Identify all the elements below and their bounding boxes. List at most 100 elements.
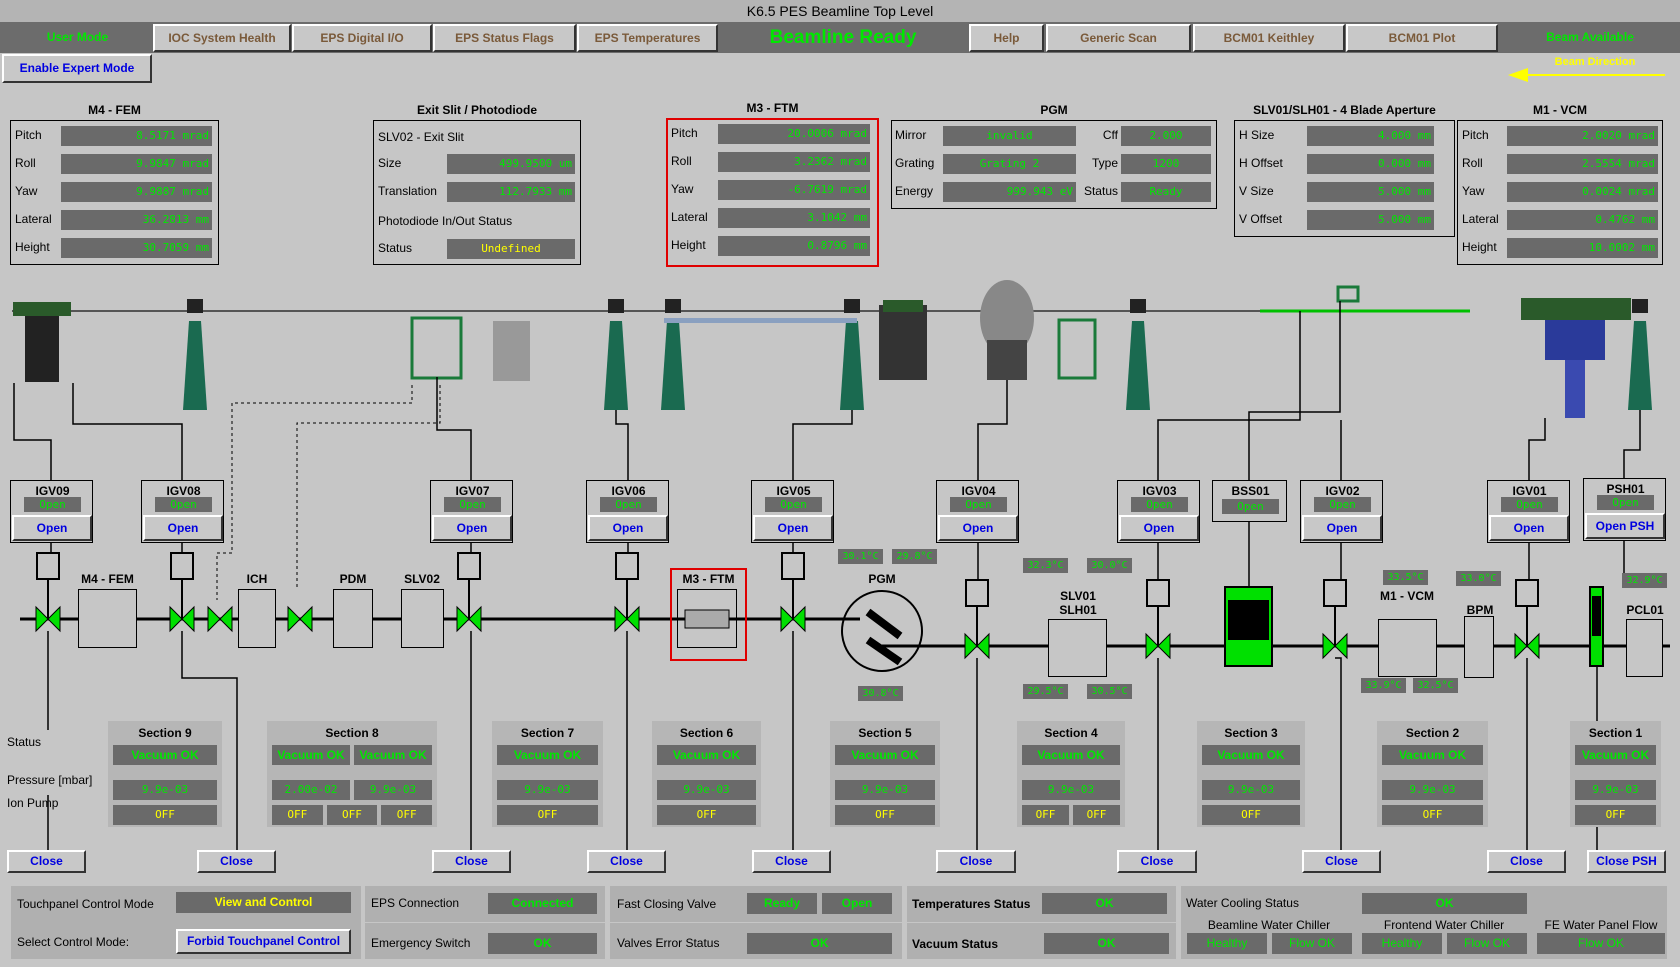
valve-close-button[interactable]: Close (197, 850, 276, 873)
connector-line (1157, 311, 1301, 480)
valve-close-button[interactable]: Close (752, 850, 831, 873)
valve-status: Open (1314, 497, 1371, 512)
valve-open-button[interactable]: Open (1302, 515, 1382, 541)
section-panel-8: Section 8 Vacuum OK Vacuum OK 2.00e-02 9.9e-… (267, 721, 437, 827)
photodiode-chamber-icon (493, 321, 530, 381)
valve-actuator-icon (781, 552, 805, 580)
dashed-connector (296, 385, 441, 590)
valve-open-button[interactable]: Open (938, 515, 1018, 541)
beam-direction-label: Beam Direction (1554, 56, 1636, 68)
valve-open-button[interactable]: Open (12, 515, 92, 541)
valve-close-button[interactable]: Close (1302, 850, 1381, 873)
panel-title: M4 - FEM (88, 103, 141, 117)
connector-line (72, 383, 183, 480)
select-mode-label: Select Control Mode: (17, 935, 130, 949)
m1-stand-icon (1565, 360, 1585, 418)
m1-chamber-icon (1545, 320, 1605, 360)
row-label: Size (378, 156, 402, 170)
valve-open-button[interactable]: Open PSH (1585, 513, 1665, 539)
valve-name: PSH01 (1606, 482, 1645, 496)
nav-button[interactable]: BCM01 Plot (1346, 24, 1498, 52)
readback-value: 3.1042 mm (718, 208, 870, 228)
readback-value: 0.000 mm (1307, 154, 1434, 174)
connector-line (977, 380, 1008, 480)
readback-value: 9.9887 mrad (61, 182, 212, 202)
valve-name: IGV06 (611, 484, 646, 498)
pressure-field: 9.9e-03 (354, 780, 432, 800)
section-title: Section 3 (1224, 726, 1278, 740)
fe-panel-flow-label: FE Water Panel Flow (1544, 918, 1658, 932)
valve-close-button[interactable]: Close (7, 850, 86, 873)
valve-status: Open (1597, 495, 1654, 510)
connector-line (436, 377, 472, 480)
temperatures-status-value: OK (1042, 893, 1167, 914)
ion_pump-field: OFF (1382, 805, 1483, 825)
pressure-field: 9.9e-03 (1202, 780, 1300, 800)
valve-open-button[interactable]: Open (1489, 515, 1569, 541)
readback-value: invalid (943, 126, 1076, 146)
valve-status: Open (765, 497, 822, 512)
nav-button[interactable]: EPS Status Flags (433, 24, 576, 52)
panel-title: M3 - FTM (746, 101, 799, 115)
gate-valve-icon (1322, 632, 1336, 660)
valve-status: Open (24, 497, 81, 512)
nav-button[interactable]: BCM01 Keithley (1193, 24, 1345, 52)
valve-close-button[interactable]: Close PSH (1587, 850, 1666, 873)
gate-valve-icon (1526, 632, 1540, 660)
valve-open-button[interactable]: Open (588, 515, 668, 541)
enable-expert-mode-button[interactable]: Enable Expert Mode (2, 54, 152, 83)
readback-value: Grating 2 (943, 154, 1076, 174)
forbid-touchpanel-control-button[interactable]: Forbid Touchpanel Control (176, 929, 351, 954)
component-label: BPM (1466, 603, 1494, 617)
section-title: Section 7 (520, 726, 575, 740)
valve-box-3: IGV06 Open Open (586, 480, 669, 543)
gate-valve-icon (207, 605, 221, 633)
connector-line (792, 410, 853, 480)
gate-valve-icon (976, 632, 990, 660)
touchpanel-mode-value: View and Control (176, 892, 351, 913)
valve-open-button[interactable]: Open (1119, 515, 1199, 541)
section-panel-6: Section 6 Vacuum OK 9.9e-03 OFF (652, 721, 761, 827)
section-panel-4: Section 4 Vacuum OK 9.9e-03 OFF OFF (1017, 721, 1125, 827)
valve-status: Open (444, 497, 501, 512)
ion_pump-field: OFF (1073, 805, 1120, 825)
readback-value: 0.8796 mm (718, 236, 870, 256)
aperture-frame-icon (1057, 318, 1097, 380)
valve-close-button[interactable]: Close (432, 850, 511, 873)
readback-value: 0.0024 mrad (1507, 182, 1658, 202)
valve-close-button[interactable]: Close (587, 850, 666, 873)
valve-open-button[interactable]: Open (753, 515, 833, 541)
readback-value: 20.0006 mrad (718, 124, 870, 144)
valve-close-button[interactable]: Close (1487, 850, 1566, 873)
nav-button[interactable]: EPS Digital I/O (292, 24, 432, 52)
valve-status: Open (155, 497, 212, 512)
row-label: Grating (895, 156, 935, 170)
valve-actuator-icon (36, 552, 60, 580)
nav-button[interactable]: Generic Scan (1046, 24, 1191, 52)
nav-button[interactable]: IOC System Health (153, 24, 291, 52)
temperature-readout: 29.8°C (892, 549, 937, 564)
valve-close-button[interactable]: Close (936, 850, 1016, 873)
valve-close-button[interactable]: Close (1117, 850, 1197, 873)
valve-open-button[interactable]: Open (432, 515, 512, 541)
fast-valve-ready-value: Ready (747, 893, 817, 914)
valve-status: Open (1131, 497, 1188, 512)
section-title: Section 6 (679, 726, 734, 740)
pressure-field: 2.00e-02 (272, 780, 350, 800)
panel-title: SLV01/SLH01 - 4 Blade Aperture (1253, 103, 1436, 117)
valve-open-button[interactable]: Open (143, 515, 223, 541)
nav-button[interactable]: EPS Temperatures (577, 24, 718, 52)
gate-valve-icon (792, 605, 806, 633)
component-label: M4 - FEM (81, 572, 134, 586)
status-field: Vacuum OK (272, 745, 350, 765)
readback-value: 30.7059 mm (61, 238, 212, 258)
support-stand-icon (183, 321, 207, 410)
valve-box-4: IGV05 Open Open (751, 480, 834, 543)
panel-title: M1 - VCM (1533, 103, 1587, 117)
gate-valve-icon (299, 605, 313, 633)
ion_pump-field: OFF (113, 805, 217, 825)
nav-button[interactable]: Help (969, 24, 1044, 52)
support-stand-icon (604, 321, 628, 410)
readback-value: 4.000 mm (1307, 126, 1434, 146)
eps-connection-label: EPS Connection (371, 896, 460, 910)
